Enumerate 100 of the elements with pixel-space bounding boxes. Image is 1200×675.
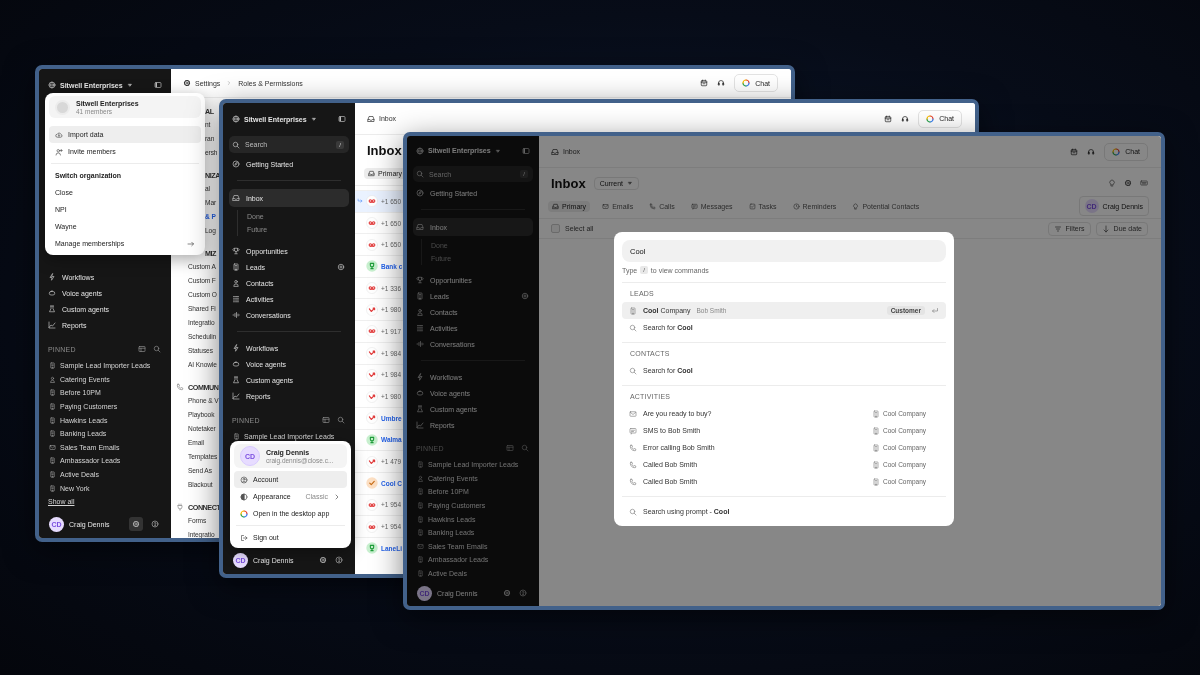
headset-icon[interactable] bbox=[1087, 147, 1096, 156]
building-icon bbox=[629, 306, 637, 315]
search-icon bbox=[629, 507, 637, 516]
arrow-down-icon bbox=[1101, 224, 1110, 233]
reply-arrow-icon bbox=[357, 198, 363, 205]
building-icon bbox=[49, 416, 56, 424]
checkbox[interactable] bbox=[551, 224, 560, 233]
building-icon bbox=[417, 556, 424, 564]
enter-icon bbox=[931, 306, 939, 315]
sign-out-icon bbox=[240, 533, 248, 542]
table-icon[interactable] bbox=[322, 416, 330, 424]
table-icon[interactable] bbox=[138, 345, 146, 353]
message-icon bbox=[690, 202, 698, 210]
calendar-icon[interactable] bbox=[884, 114, 893, 123]
inbox-icon bbox=[368, 169, 375, 177]
caret-down-icon bbox=[494, 147, 501, 154]
phone-icon bbox=[176, 383, 184, 391]
voicemail-icon bbox=[366, 238, 378, 251]
mail-icon bbox=[417, 542, 424, 550]
page-title: Inbox bbox=[367, 142, 402, 158]
clock-icon bbox=[792, 202, 800, 210]
missed-call-icon bbox=[366, 412, 378, 425]
bolt-icon bbox=[416, 373, 424, 382]
building-icon bbox=[417, 502, 424, 509]
building-icon bbox=[49, 471, 56, 479]
building-icon bbox=[232, 263, 240, 271]
inbox-icon bbox=[416, 223, 424, 232]
help-icon[interactable] bbox=[151, 520, 159, 528]
missed-call-icon bbox=[366, 347, 378, 360]
inbox-icon bbox=[552, 202, 559, 210]
caret-down-icon bbox=[627, 180, 633, 186]
inbox-icon bbox=[232, 194, 240, 202]
plus-circle-icon[interactable] bbox=[337, 263, 345, 271]
building-icon bbox=[417, 569, 424, 577]
person-icon bbox=[416, 308, 424, 317]
ring-icon bbox=[240, 509, 248, 518]
building-icon bbox=[49, 457, 56, 465]
building-icon bbox=[417, 515, 424, 523]
building-icon bbox=[872, 426, 880, 435]
message-icon bbox=[629, 426, 637, 435]
person-plus-icon bbox=[55, 147, 63, 156]
mail-icon bbox=[49, 443, 56, 451]
missed-call-icon bbox=[366, 303, 378, 316]
help-icon[interactable] bbox=[335, 556, 343, 564]
bolt-icon bbox=[48, 273, 56, 281]
building-icon bbox=[417, 488, 424, 496]
building-icon bbox=[49, 362, 56, 370]
voicemail-icon bbox=[366, 195, 378, 208]
voicemail-icon bbox=[366, 325, 378, 338]
gear-icon[interactable] bbox=[129, 517, 143, 531]
trophy-icon bbox=[366, 260, 378, 273]
mail-icon bbox=[602, 202, 610, 210]
ring-icon bbox=[742, 79, 751, 87]
building-icon bbox=[417, 461, 424, 469]
waves-icon bbox=[232, 311, 240, 319]
globe-icon bbox=[48, 81, 56, 89]
filter-icon bbox=[1053, 224, 1062, 233]
trophy-icon bbox=[366, 433, 378, 446]
building-icon bbox=[49, 430, 56, 438]
compass-icon bbox=[232, 160, 240, 168]
bolt-icon bbox=[232, 344, 240, 352]
search-icon[interactable] bbox=[337, 416, 345, 424]
arrow-right-icon bbox=[187, 239, 195, 248]
chart-icon bbox=[48, 321, 56, 329]
calendar-icon[interactable] bbox=[1070, 147, 1079, 156]
keyboard-icon[interactable] bbox=[1140, 179, 1148, 187]
phone-icon bbox=[649, 202, 657, 210]
gear-icon[interactable] bbox=[1124, 179, 1132, 187]
headset-icon[interactable] bbox=[717, 79, 726, 87]
check-icon bbox=[366, 477, 378, 490]
building-icon bbox=[49, 484, 56, 492]
inbox-icon bbox=[367, 114, 375, 123]
lightbulb-icon bbox=[852, 202, 860, 210]
gear-icon[interactable] bbox=[319, 556, 327, 564]
building-icon bbox=[872, 477, 880, 486]
gear-icon bbox=[183, 79, 191, 87]
lightbulb-icon[interactable] bbox=[1108, 179, 1116, 187]
voicemail-icon bbox=[366, 498, 378, 511]
building-icon bbox=[233, 433, 240, 441]
person-icon bbox=[232, 279, 240, 287]
building-icon bbox=[49, 389, 56, 397]
caret-down-icon bbox=[310, 116, 317, 122]
cloud-upload-icon bbox=[55, 130, 63, 139]
calendar-icon[interactable] bbox=[700, 79, 709, 87]
globe-icon bbox=[416, 146, 424, 155]
trophy-icon bbox=[366, 542, 378, 555]
voicemail-icon bbox=[366, 217, 378, 230]
person-icon bbox=[49, 375, 56, 383]
plug-icon bbox=[176, 503, 184, 511]
sidebar-icon[interactable] bbox=[338, 115, 346, 123]
search-icon[interactable] bbox=[153, 345, 161, 353]
sidebar-icon[interactable] bbox=[154, 81, 162, 89]
headset-icon[interactable] bbox=[901, 114, 910, 123]
page-title: Inbox bbox=[551, 175, 586, 191]
flask-icon bbox=[232, 376, 240, 384]
phone-icon bbox=[629, 460, 637, 469]
ring-icon bbox=[1112, 147, 1121, 156]
inbox-icon bbox=[551, 147, 559, 156]
building-icon bbox=[872, 460, 880, 469]
globe-icon bbox=[232, 115, 240, 123]
